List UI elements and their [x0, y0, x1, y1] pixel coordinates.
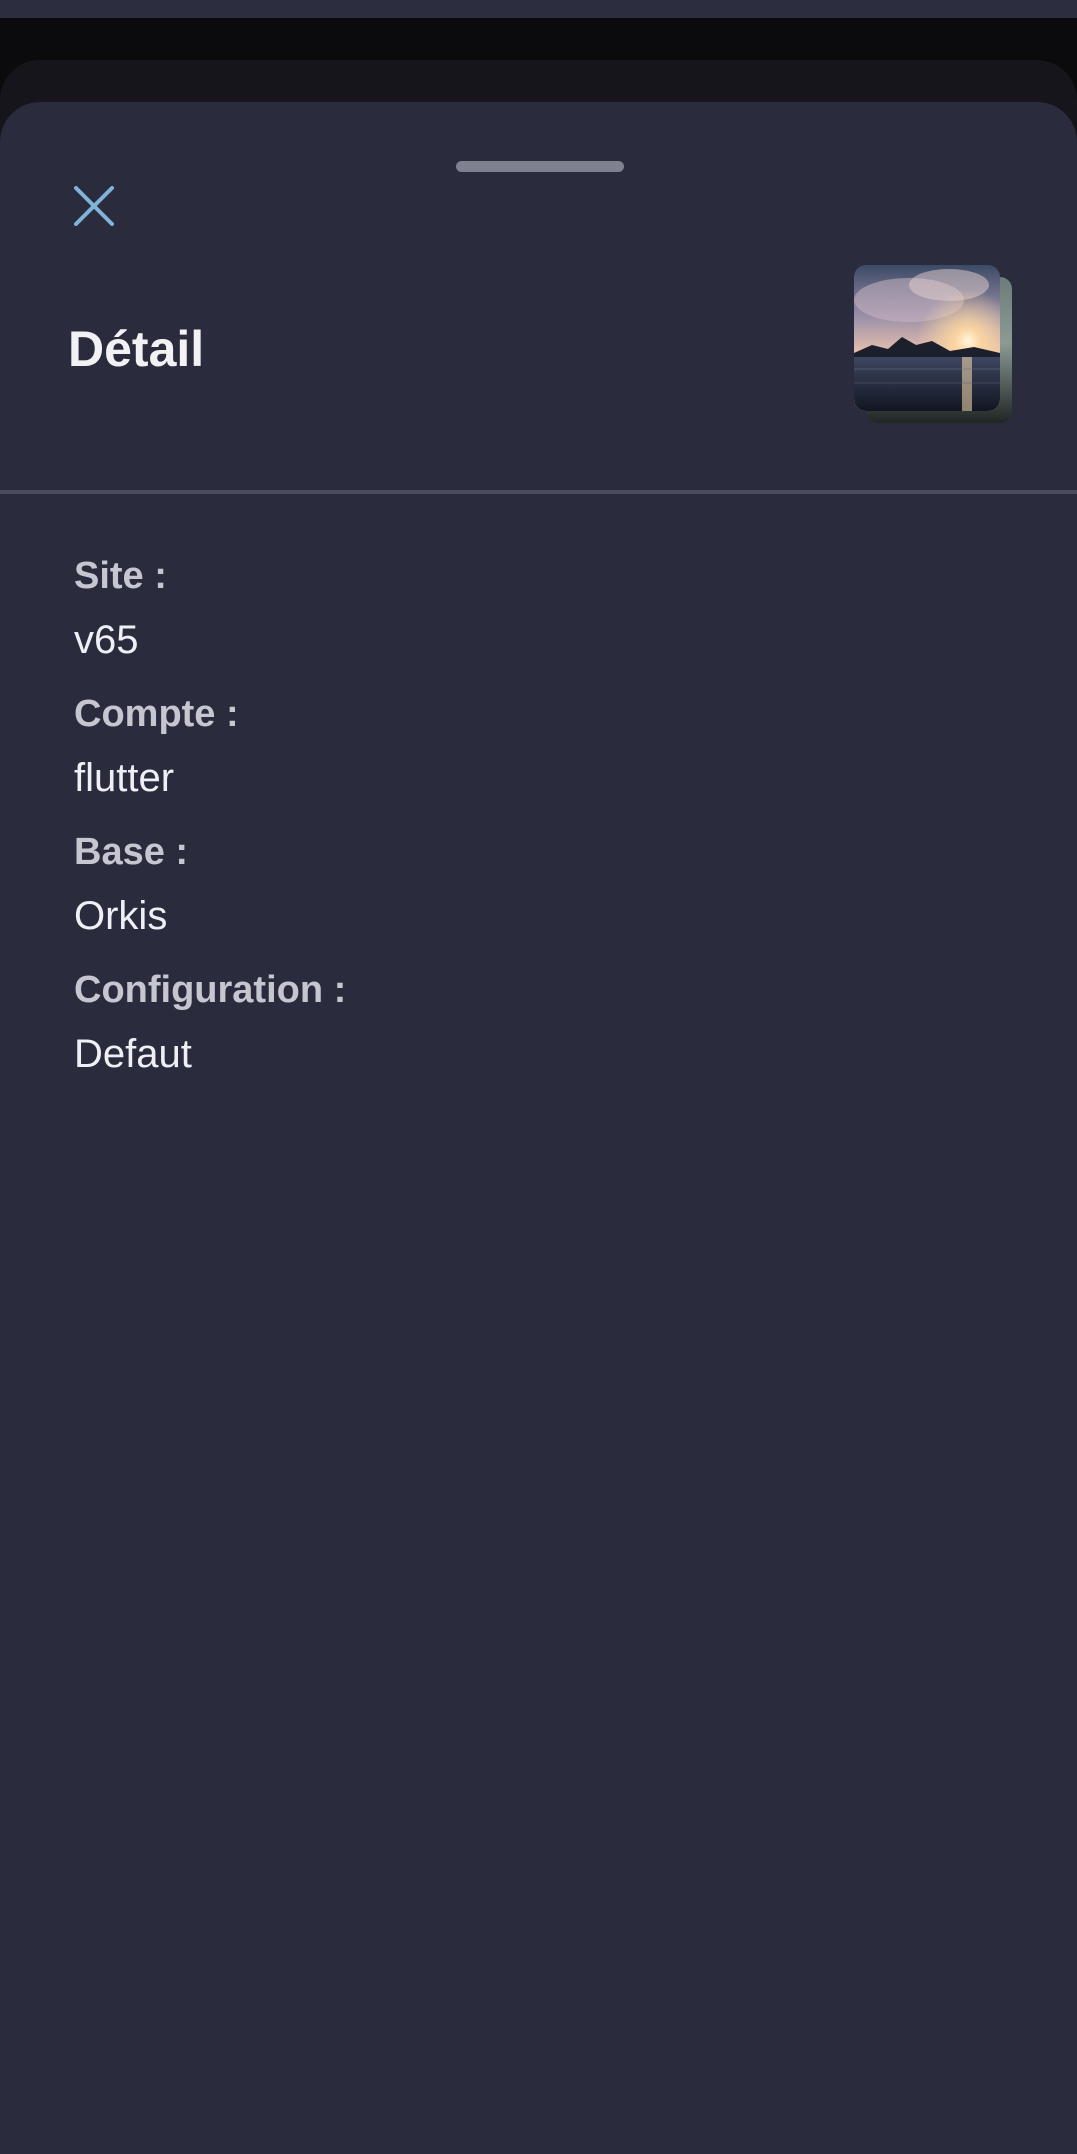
close-icon: [74, 186, 114, 226]
status-bar: [0, 0, 1077, 18]
drag-handle[interactable]: [456, 161, 624, 172]
header-divider: [0, 490, 1077, 494]
field-configuration: Configuration : Defaut: [74, 971, 974, 1074]
field-label: Site :: [74, 555, 167, 597]
detail-bottom-sheet: Détail Site: v65 Compte: flutter Base …: [0, 102, 1077, 2154]
field-value: Orkis: [74, 894, 168, 938]
thumbnail-image[interactable]: [854, 265, 1000, 411]
detail-fields: Site : v65 Compte : flutter Base : Orkis…: [74, 557, 974, 1109]
field-compte: Compte : flutter: [74, 695, 974, 798]
field-value: flutter: [74, 756, 175, 800]
field-label: Base :: [74, 831, 189, 873]
page-title: Détail: [68, 321, 205, 377]
field-label: Compte :: [74, 693, 239, 735]
field-value: v65: [74, 618, 139, 662]
image-thumbnail-stack[interactable]: [854, 265, 1014, 425]
field-site: Site : v65: [74, 557, 974, 660]
field-value: Defaut: [74, 1032, 192, 1076]
close-button[interactable]: [60, 172, 128, 240]
field-base: Base : Orkis: [74, 833, 974, 936]
field-label: Configuration :: [74, 969, 347, 1011]
